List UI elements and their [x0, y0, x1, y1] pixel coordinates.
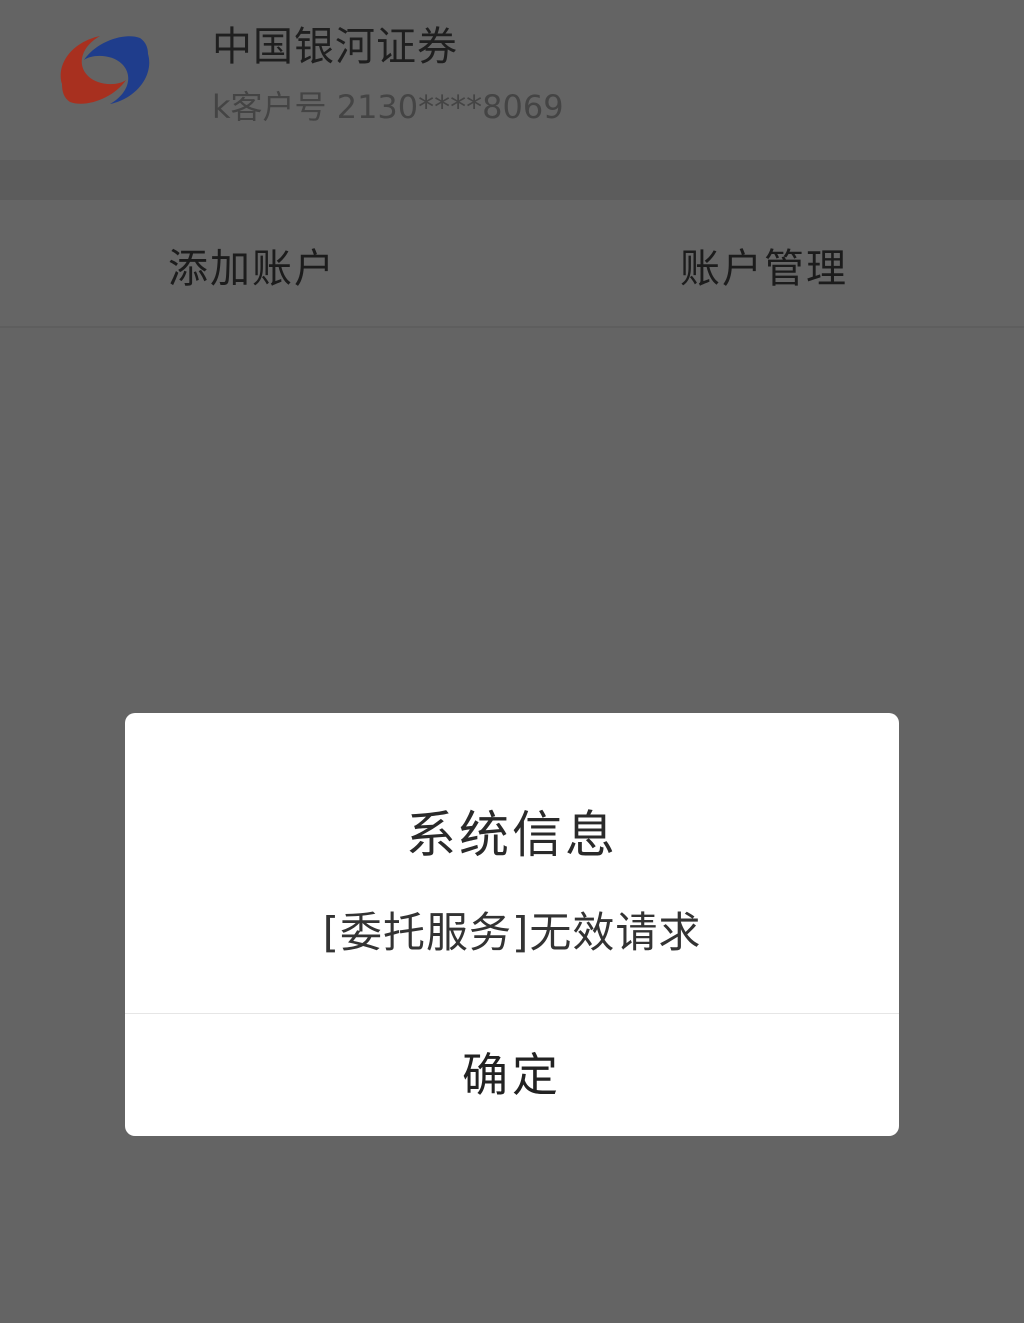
dialog-title: 系统信息 [406, 806, 618, 864]
galaxy-securities-logo-icon [52, 24, 158, 116]
system-info-dialog: 系统信息 [委托服务]无效请求 确定 [125, 713, 899, 1136]
add-account-button[interactable]: 添加账户 [168, 236, 336, 294]
broker-name: 中国银河证券 [212, 24, 458, 70]
account-actions-bar: 添加账户 账户管理 [0, 200, 1024, 328]
customer-account-number: k客户号 2130****8069 [212, 88, 564, 126]
section-divider [0, 160, 1024, 200]
manage-account-button[interactable]: 账户管理 [680, 236, 848, 294]
confirm-button[interactable]: 确定 [125, 1014, 899, 1136]
dialog-message: [委托服务]无效请求 [322, 908, 702, 957]
account-header: 中国银河证券 k客户号 2130****8069 [0, 0, 1024, 160]
